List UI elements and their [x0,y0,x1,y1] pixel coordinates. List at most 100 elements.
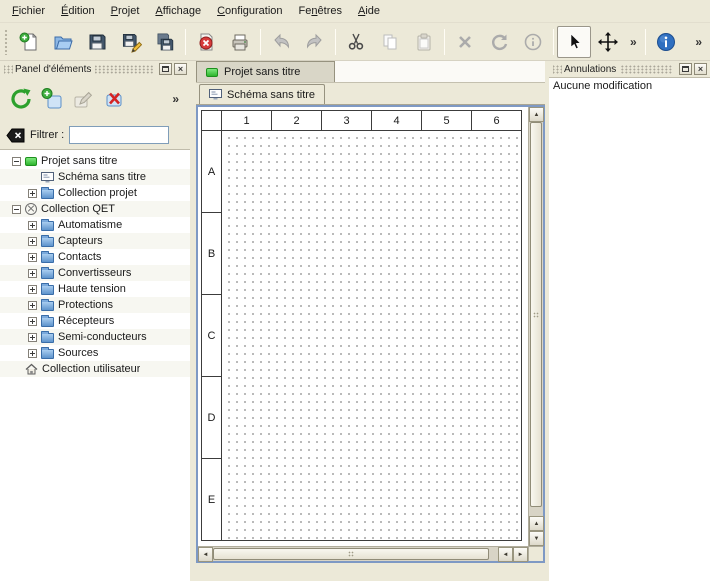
save-file-button[interactable] [80,26,114,58]
row-header-E: E [202,459,222,541]
tab-project[interactable]: Projet sans titre [196,61,335,82]
expand-icon[interactable] [28,317,37,326]
new-element-button[interactable] [38,85,66,113]
reload-icon [9,87,33,111]
folder-icon [41,301,54,311]
copy-button[interactable] [373,26,407,58]
tree-item-collection-projet[interactable]: Collection projet [0,185,190,201]
cut-button[interactable] [339,26,373,58]
help-toolbar-overflow-button[interactable]: » [690,35,707,49]
scroll-up-button-2[interactable]: ▲ [529,516,544,531]
tree-item-collection-utilisateur[interactable]: Collection utilisateur [0,361,190,377]
rotate-button[interactable] [482,26,516,58]
diagram-view[interactable]: 123456 ABCDE [198,107,528,546]
about-button[interactable] [649,26,683,58]
tree-item-convertisseurs[interactable]: Convertisseurs [0,265,190,281]
tree-item-collection-qet[interactable]: Collection QET [0,201,190,217]
vertical-scrollbar[interactable]: ▲ ▲ ▼ [528,107,543,546]
expand-icon[interactable] [28,189,37,198]
menu-projet[interactable]: Projet [103,2,148,20]
tree-item-recepteurs[interactable]: Récepteurs [0,313,190,329]
panel-overflow-button[interactable]: » [167,92,184,106]
delete-button[interactable] [448,26,482,58]
folder-icon [41,285,54,295]
redo-button[interactable] [298,26,332,58]
scroll-down-button[interactable]: ▼ [529,531,544,546]
folder-icon [41,237,54,247]
edit-element-button[interactable] [69,85,97,113]
select-tool-button[interactable] [557,26,591,58]
tree-item-haute-tension[interactable]: Haute tension [0,281,190,297]
scroll-left-button[interactable]: ◄ [198,547,213,562]
qet-collection-icon [25,203,37,215]
tree-item-sources[interactable]: Sources [0,345,190,361]
tree-item-schema[interactable]: Schéma sans titre [0,169,190,185]
horizontal-scrollbar[interactable]: ◄ ◄ ► [198,546,528,561]
menu-affichage[interactable]: Affichage [147,2,209,20]
row-header-D: D [202,377,222,459]
scroll-left-button-2[interactable]: ◄ [498,547,513,562]
save-as-button[interactable] [114,26,148,58]
tree-item-semi-conducteurs[interactable]: Semi-conducteurs [0,329,190,345]
expand-icon[interactable] [28,349,37,358]
menu-edition[interactable]: Édition [53,2,103,20]
save-all-button[interactable] [148,26,182,58]
expand-icon[interactable] [28,301,37,310]
undo-history-list: Aucune modification [549,77,710,581]
filter-input[interactable] [69,126,169,144]
expand-icon[interactable] [28,333,37,342]
move-tool-button[interactable] [591,26,625,58]
dock-handle-dots [4,65,13,74]
close-file-button[interactable] [189,26,223,58]
open-file-button[interactable] [46,26,80,58]
menu-fichier[interactable]: Fichier [4,2,53,20]
tree-item-automatisme[interactable]: Automatisme [0,217,190,233]
expand-icon[interactable] [28,253,37,262]
left-dock-close-button[interactable]: × [174,63,187,75]
paste-icon [413,31,435,53]
print-button[interactable] [223,26,257,58]
tab-schema[interactable]: Schéma sans titre [199,84,325,104]
collapse-icon[interactable] [12,205,21,214]
select-arrow-icon [563,31,585,53]
vertical-scroll-thumb[interactable] [530,122,542,507]
tree-item-contacts[interactable]: Contacts [0,249,190,265]
open-folder-icon [52,31,74,53]
reload-collections-button[interactable] [7,85,35,113]
undo-list-item[interactable]: Aucune modification [549,78,710,94]
paste-button[interactable] [407,26,441,58]
right-dock-float-button[interactable] [679,63,692,75]
filter-clear-icon[interactable] [6,128,25,143]
expand-icon[interactable] [28,285,37,294]
new-file-button[interactable] [12,26,46,58]
scroll-up-button[interactable]: ▲ [529,107,544,122]
left-dock-titlebar[interactable]: Panel d'éléments × [0,61,190,77]
right-dock-close-button[interactable]: × [694,63,707,75]
right-dock-titlebar[interactable]: Annulations × [549,61,710,77]
horizontal-scroll-track[interactable] [213,547,498,561]
tree-item-capteurs[interactable]: Capteurs [0,233,190,249]
toolbar-overflow-button[interactable]: » [625,35,642,49]
scroll-right-button[interactable]: ► [513,547,528,562]
vertical-scroll-track[interactable] [529,122,543,516]
expand-icon[interactable] [28,221,37,230]
menu-aide[interactable]: Aide [350,2,388,20]
delete-element-button[interactable] [100,85,128,113]
float-icon [162,66,169,72]
copy-icon [379,31,401,53]
left-dock-float-button[interactable] [159,63,172,75]
left-dock-title: Panel d'éléments [15,64,91,75]
print-icon [229,31,251,53]
tree-item-project[interactable]: Projet sans titre [0,153,190,169]
horizontal-scroll-thumb[interactable] [213,548,489,560]
menu-configuration[interactable]: Configuration [209,2,290,20]
element-info-button[interactable] [516,26,550,58]
undo-button[interactable] [264,26,298,58]
folder-icon [41,189,54,199]
collapse-icon[interactable] [12,157,21,166]
expand-icon[interactable] [28,237,37,246]
expand-icon[interactable] [28,269,37,278]
tree-item-protections[interactable]: Protections [0,297,190,313]
toolbar-grip[interactable] [4,29,9,55]
menu-fenetres[interactable]: Fenêtres [291,2,350,20]
